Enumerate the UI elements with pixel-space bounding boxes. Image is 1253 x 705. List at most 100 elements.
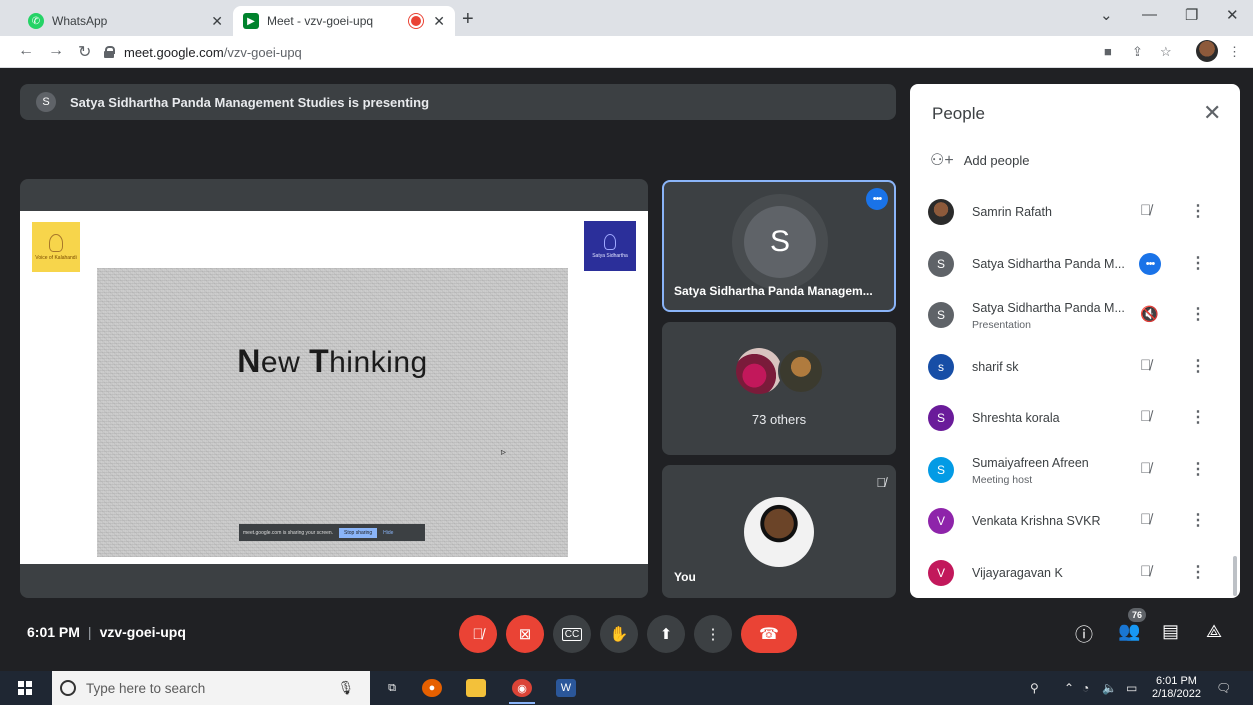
people-panel: People ✕ ⚇+ Add people Samrin Rafath 🎙̸ ⋮ S…	[910, 84, 1240, 598]
clock-time: 6:01 PM	[1155, 675, 1197, 687]
more-options-button[interactable]: ⋮	[694, 615, 732, 653]
reload-icon[interactable]: ↻	[78, 42, 91, 62]
people-icon[interactable]: 👥	[1118, 621, 1140, 642]
profile-avatar[interactable]	[1196, 40, 1218, 62]
search-placeholder: Type here to search	[86, 680, 206, 696]
more-vert-icon[interactable]: ⋮	[1190, 459, 1206, 479]
captions-icon: CC	[561, 627, 583, 641]
back-icon[interactable]: ←	[18, 42, 34, 60]
close-window-icon[interactable]: ✕	[1226, 6, 1239, 24]
captions-button[interactable]: CC	[553, 615, 591, 653]
close-panel-icon[interactable]: ✕	[1203, 100, 1221, 126]
camera-in-use-icon[interactable]: ■	[1104, 44, 1112, 59]
chat-icon[interactable]: ▤	[1162, 621, 1179, 642]
url-field[interactable]: meet.google.com/vzv-goei-upq	[104, 41, 1079, 63]
bookmark-star-icon[interactable]: ☆	[1160, 44, 1172, 60]
panel-title: People	[932, 104, 985, 123]
camera-toggle-button[interactable]: ⊠	[506, 615, 544, 653]
leave-call-button[interactable]: ☎	[741, 615, 797, 653]
activities-icon[interactable]: ⟁	[1206, 621, 1222, 642]
participant-row[interactable]: S Satya Sidhartha Panda M... ••• ⋮	[910, 239, 1232, 291]
chrome-menu-icon[interactable]: ⋮	[1228, 44, 1241, 60]
self-label: You	[674, 570, 696, 584]
chrome-icon[interactable]: ◉	[512, 679, 532, 697]
tab-whatsapp[interactable]: ✆ WhatsApp ✕	[18, 6, 233, 36]
volume-icon[interactable]: 🔈	[1102, 681, 1117, 695]
close-tab-icon[interactable]: ✕	[211, 13, 223, 30]
network-icon[interactable]: ◔	[1082, 681, 1089, 695]
taskbar-clock[interactable]: 6:01 PM 2/18/2022	[1152, 675, 1201, 701]
self-tile[interactable]: 🎙̸ You	[662, 465, 896, 598]
microphone-icon[interactable]: 🎙	[337, 680, 354, 696]
close-tab-icon[interactable]: ✕	[433, 13, 445, 30]
taskbar-search[interactable]: Type here to search 🎙	[52, 671, 370, 705]
task-view-icon[interactable]: ⧉	[382, 679, 402, 697]
people-tray-icon[interactable]: ⚲	[1030, 681, 1039, 695]
url-domain: meet.google.com	[124, 44, 224, 60]
battery-icon[interactable]: ▭	[1126, 681, 1137, 695]
participant-name: Samrin Rafath	[972, 205, 1052, 219]
add-people-button[interactable]: ⚇+ Add people	[930, 150, 1029, 170]
more-vert-icon[interactable]: ⋮	[1190, 510, 1206, 530]
participant-avatar: s	[928, 354, 954, 380]
raise-hand-button[interactable]: ✋	[600, 615, 638, 653]
mic-off-icon[interactable]: 🎙̸	[1140, 511, 1151, 528]
mic-off-icon[interactable]: 🎙̸	[1140, 563, 1151, 580]
participant-name: Vijayaragavan K	[972, 566, 1063, 580]
hang-up-icon: ☎	[759, 626, 779, 643]
show-hidden-icons[interactable]: ⌃	[1064, 681, 1074, 695]
slide-logo-right: Satya Sidhartha	[584, 221, 636, 271]
more-options-icon[interactable]: •••	[866, 188, 888, 210]
presentation-tile[interactable]: Voice of Kalahandi Satya Sidhartha New T…	[20, 179, 648, 598]
participant-name: Shreshta korala	[972, 411, 1060, 425]
meeting-details-icon[interactable]: ⓘ	[1075, 621, 1093, 647]
address-bar-row: ← → ↻ meet.google.com/vzv-goei-upq ■ ⇪ ☆…	[0, 36, 1253, 68]
mic-off-icon: 🎙̸	[472, 625, 484, 643]
participant-row[interactable]: V Venkata Krishna SVKR 🎙̸ ⋮	[910, 496, 1232, 548]
hide-button[interactable]: Hide	[383, 530, 393, 536]
audio-off-icon[interactable]: 🔇	[1140, 305, 1159, 323]
more-vert-icon[interactable]: ⋮	[1190, 253, 1206, 273]
url-path: /vzv-goei-upq	[223, 44, 302, 60]
scrollbar[interactable]	[1233, 556, 1237, 596]
stop-sharing-button[interactable]: Stop sharing	[339, 527, 378, 538]
mic-off-icon[interactable]: 🎙̸	[1140, 460, 1151, 477]
tab-search-icon[interactable]: ⌄	[1100, 6, 1113, 24]
mouse-cursor-icon: ▹	[501, 447, 507, 458]
whatsapp-icon: ✆	[28, 13, 44, 29]
participant-row[interactable]: S Sumaiyafreen Afreen Meeting host 🎙̸ ⋮	[910, 445, 1232, 497]
participant-row[interactable]: S Satya Sidhartha Panda M... Presentation 🔇…	[910, 290, 1232, 342]
participant-row[interactable]: s sharif sk 🎙̸ ⋮	[910, 342, 1232, 394]
presenter-tile[interactable]: S ••• Satya Sidhartha Panda Managem...	[662, 180, 896, 312]
mic-off-icon[interactable]: 🎙̸	[1140, 202, 1151, 219]
participant-row[interactable]: V Vijayaragavan K 🎙̸ ⋮	[910, 548, 1232, 598]
more-vert-icon[interactable]: ⋮	[1190, 407, 1206, 427]
mic-off-icon[interactable]: 🎙̸	[1140, 357, 1151, 374]
participant-row[interactable]: S Shreshta korala 🎙̸ ⋮	[910, 393, 1232, 445]
others-tile[interactable]: 73 others	[662, 322, 896, 455]
forward-icon[interactable]: →	[48, 42, 64, 60]
word-icon[interactable]: W	[556, 679, 576, 697]
present-now-button[interactable]: ⬆	[647, 615, 685, 653]
more-vert-icon[interactable]: ⋮	[1190, 201, 1206, 221]
firefox-icon[interactable]: ●	[422, 679, 442, 697]
participant-role: Presentation	[972, 319, 1031, 331]
presenting-banner: S Satya Sidhartha Panda Management Studi…	[20, 84, 896, 120]
more-vert-icon[interactable]: ⋮	[1190, 304, 1206, 324]
windows-start-icon[interactable]	[18, 681, 32, 695]
self-avatar	[744, 497, 814, 567]
more-vert-icon[interactable]: ⋮	[1190, 356, 1206, 376]
file-explorer-icon[interactable]	[466, 679, 486, 697]
share-icon[interactable]: ⇪	[1132, 44, 1143, 60]
participant-row[interactable]: Samrin Rafath 🎙̸ ⋮	[910, 187, 1232, 239]
new-tab-icon[interactable]: +	[462, 8, 474, 31]
more-vert-icon[interactable]: ⋮	[1190, 562, 1206, 582]
restore-icon[interactable]: ❐	[1185, 6, 1198, 24]
presenting-text: Satya Sidhartha Panda Management Studies…	[70, 94, 430, 110]
tab-meet[interactable]: ▶ Meet - vzv-goei-upq ✕	[233, 6, 455, 36]
participant-avatar	[736, 348, 782, 394]
mic-toggle-button[interactable]: 🎙̸	[459, 615, 497, 653]
mic-off-icon[interactable]: 🎙̸	[1140, 408, 1151, 425]
notifications-icon[interactable]: 🗨	[1216, 681, 1231, 695]
minimize-icon[interactable]: —	[1142, 6, 1157, 23]
